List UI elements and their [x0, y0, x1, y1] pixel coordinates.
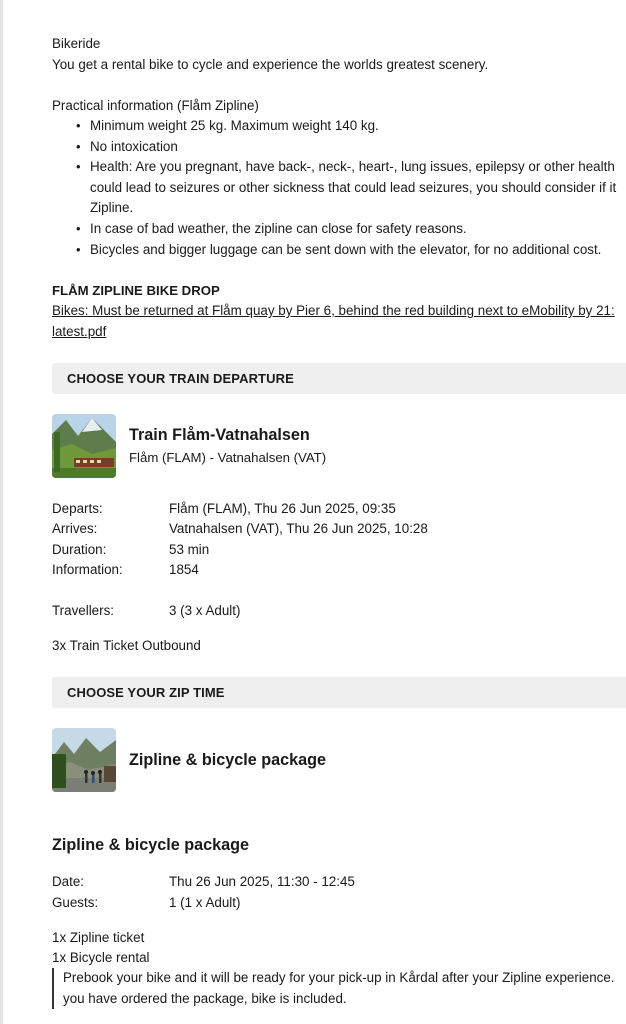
- detail-value: 3 (3 x Adult): [169, 603, 241, 618]
- detail-label: Arrives:: [52, 521, 98, 536]
- bikeride-text: You get a rental bike to cycle and exper…: [52, 57, 489, 72]
- bike-drop-pdf-link-cont[interactable]: latest.pdf: [52, 322, 106, 343]
- train-route: Flåm (FLAM) - Vatnahalsen (VAT): [129, 450, 327, 465]
- zipline-ticket-line: 1x Zipline ticket: [52, 930, 145, 945]
- detail-row-guests: Guests: 1 (1 x Adult): [52, 893, 240, 914]
- detail-row-information: Information: 1854: [52, 560, 199, 581]
- practical-info-list: Minimum weight 25 kg. Maximum weight 140…: [52, 116, 616, 260]
- zipline-photo-icon: [52, 728, 116, 792]
- detail-row-departs: Departs: Flåm (FLAM), Thu 26 Jun 2025, 09…: [52, 499, 396, 520]
- bike-note-line: you have ordered the package, bike is in…: [63, 990, 347, 1006]
- bikeride-heading: Bikeride: [52, 36, 101, 51]
- practical-info-heading: Practical information (Flåm Zipline): [52, 98, 259, 113]
- detail-value: Thu 26 Jun 2025, 11:30 - 12:45: [169, 874, 355, 889]
- detail-row-duration: Duration: 53 min: [52, 540, 209, 561]
- detail-value: 1854: [169, 562, 199, 577]
- detail-label: Date:: [52, 874, 85, 889]
- bike-drop-pdf-link[interactable]: Bikes: Must be returned at Flåm quay by …: [52, 301, 615, 322]
- bike-drop-heading: FLÅM ZIPLINE BIKE DROP: [52, 283, 220, 298]
- detail-label: Information:: [52, 562, 123, 577]
- bike-note-line: Prebook your bike and it will be ready f…: [63, 970, 615, 985]
- section-bar-zip: CHOOSE YOUR ZIP TIME: [52, 677, 626, 708]
- package-heading: Zipline & bicycle package: [52, 836, 250, 854]
- booking-confirmation-page: Bikeride You get a rental bike to cycle …: [0, 0, 626, 1024]
- list-item: Bicycles and bigger luggage can be sent …: [52, 240, 616, 261]
- list-item: Minimum weight 25 kg. Maximum weight 140…: [52, 116, 616, 137]
- bike-note: Prebook your bike and it will be ready f…: [52, 968, 615, 1009]
- detail-value: 1 (1 x Adult): [169, 895, 241, 910]
- detail-label: Travellers:: [52, 603, 115, 618]
- train-title: Train Flåm-Vatnahalsen: [129, 426, 310, 444]
- section-bar-train: CHOOSE YOUR TRAIN DEPARTURE: [52, 363, 626, 394]
- detail-row-travellers: Travellers: 3 (3 x Adult): [52, 601, 240, 622]
- list-item-continuation: Zipline.: [90, 200, 134, 216]
- detail-row-arrives: Arrives: Vatnahalsen (VAT), Thu 26 Jun 20…: [52, 519, 428, 540]
- detail-row-date: Date: Thu 26 Jun 2025, 11:30 - 12:45: [52, 872, 355, 893]
- detail-label: Duration:: [52, 542, 107, 557]
- list-item: No intoxication: [52, 137, 616, 158]
- zipline-thumbnail: [52, 728, 116, 792]
- train-photo-icon: [52, 414, 116, 478]
- list-item: Health: Are you pregnant, have back-, ne…: [52, 157, 616, 178]
- list-item-continuation: could lead to seizures or other sickness…: [90, 179, 617, 195]
- zipline-item-title: Zipline & bicycle package: [129, 751, 327, 769]
- ticket-line: 3x Train Ticket Outbound: [52, 638, 201, 653]
- detail-value: Flåm (FLAM), Thu 26 Jun 2025, 09:35: [169, 501, 396, 516]
- train-thumbnail: [52, 414, 116, 478]
- list-item: In case of bad weather, the zipline can …: [52, 219, 616, 240]
- detail-value: Vatnahalsen (VAT), Thu 26 Jun 2025, 10:2…: [169, 521, 428, 536]
- detail-value: 53 min: [169, 542, 210, 557]
- detail-label: Guests:: [52, 895, 99, 910]
- bicycle-rental-line: 1x Bicycle rental: [52, 950, 150, 965]
- detail-label: Departs:: [52, 501, 103, 516]
